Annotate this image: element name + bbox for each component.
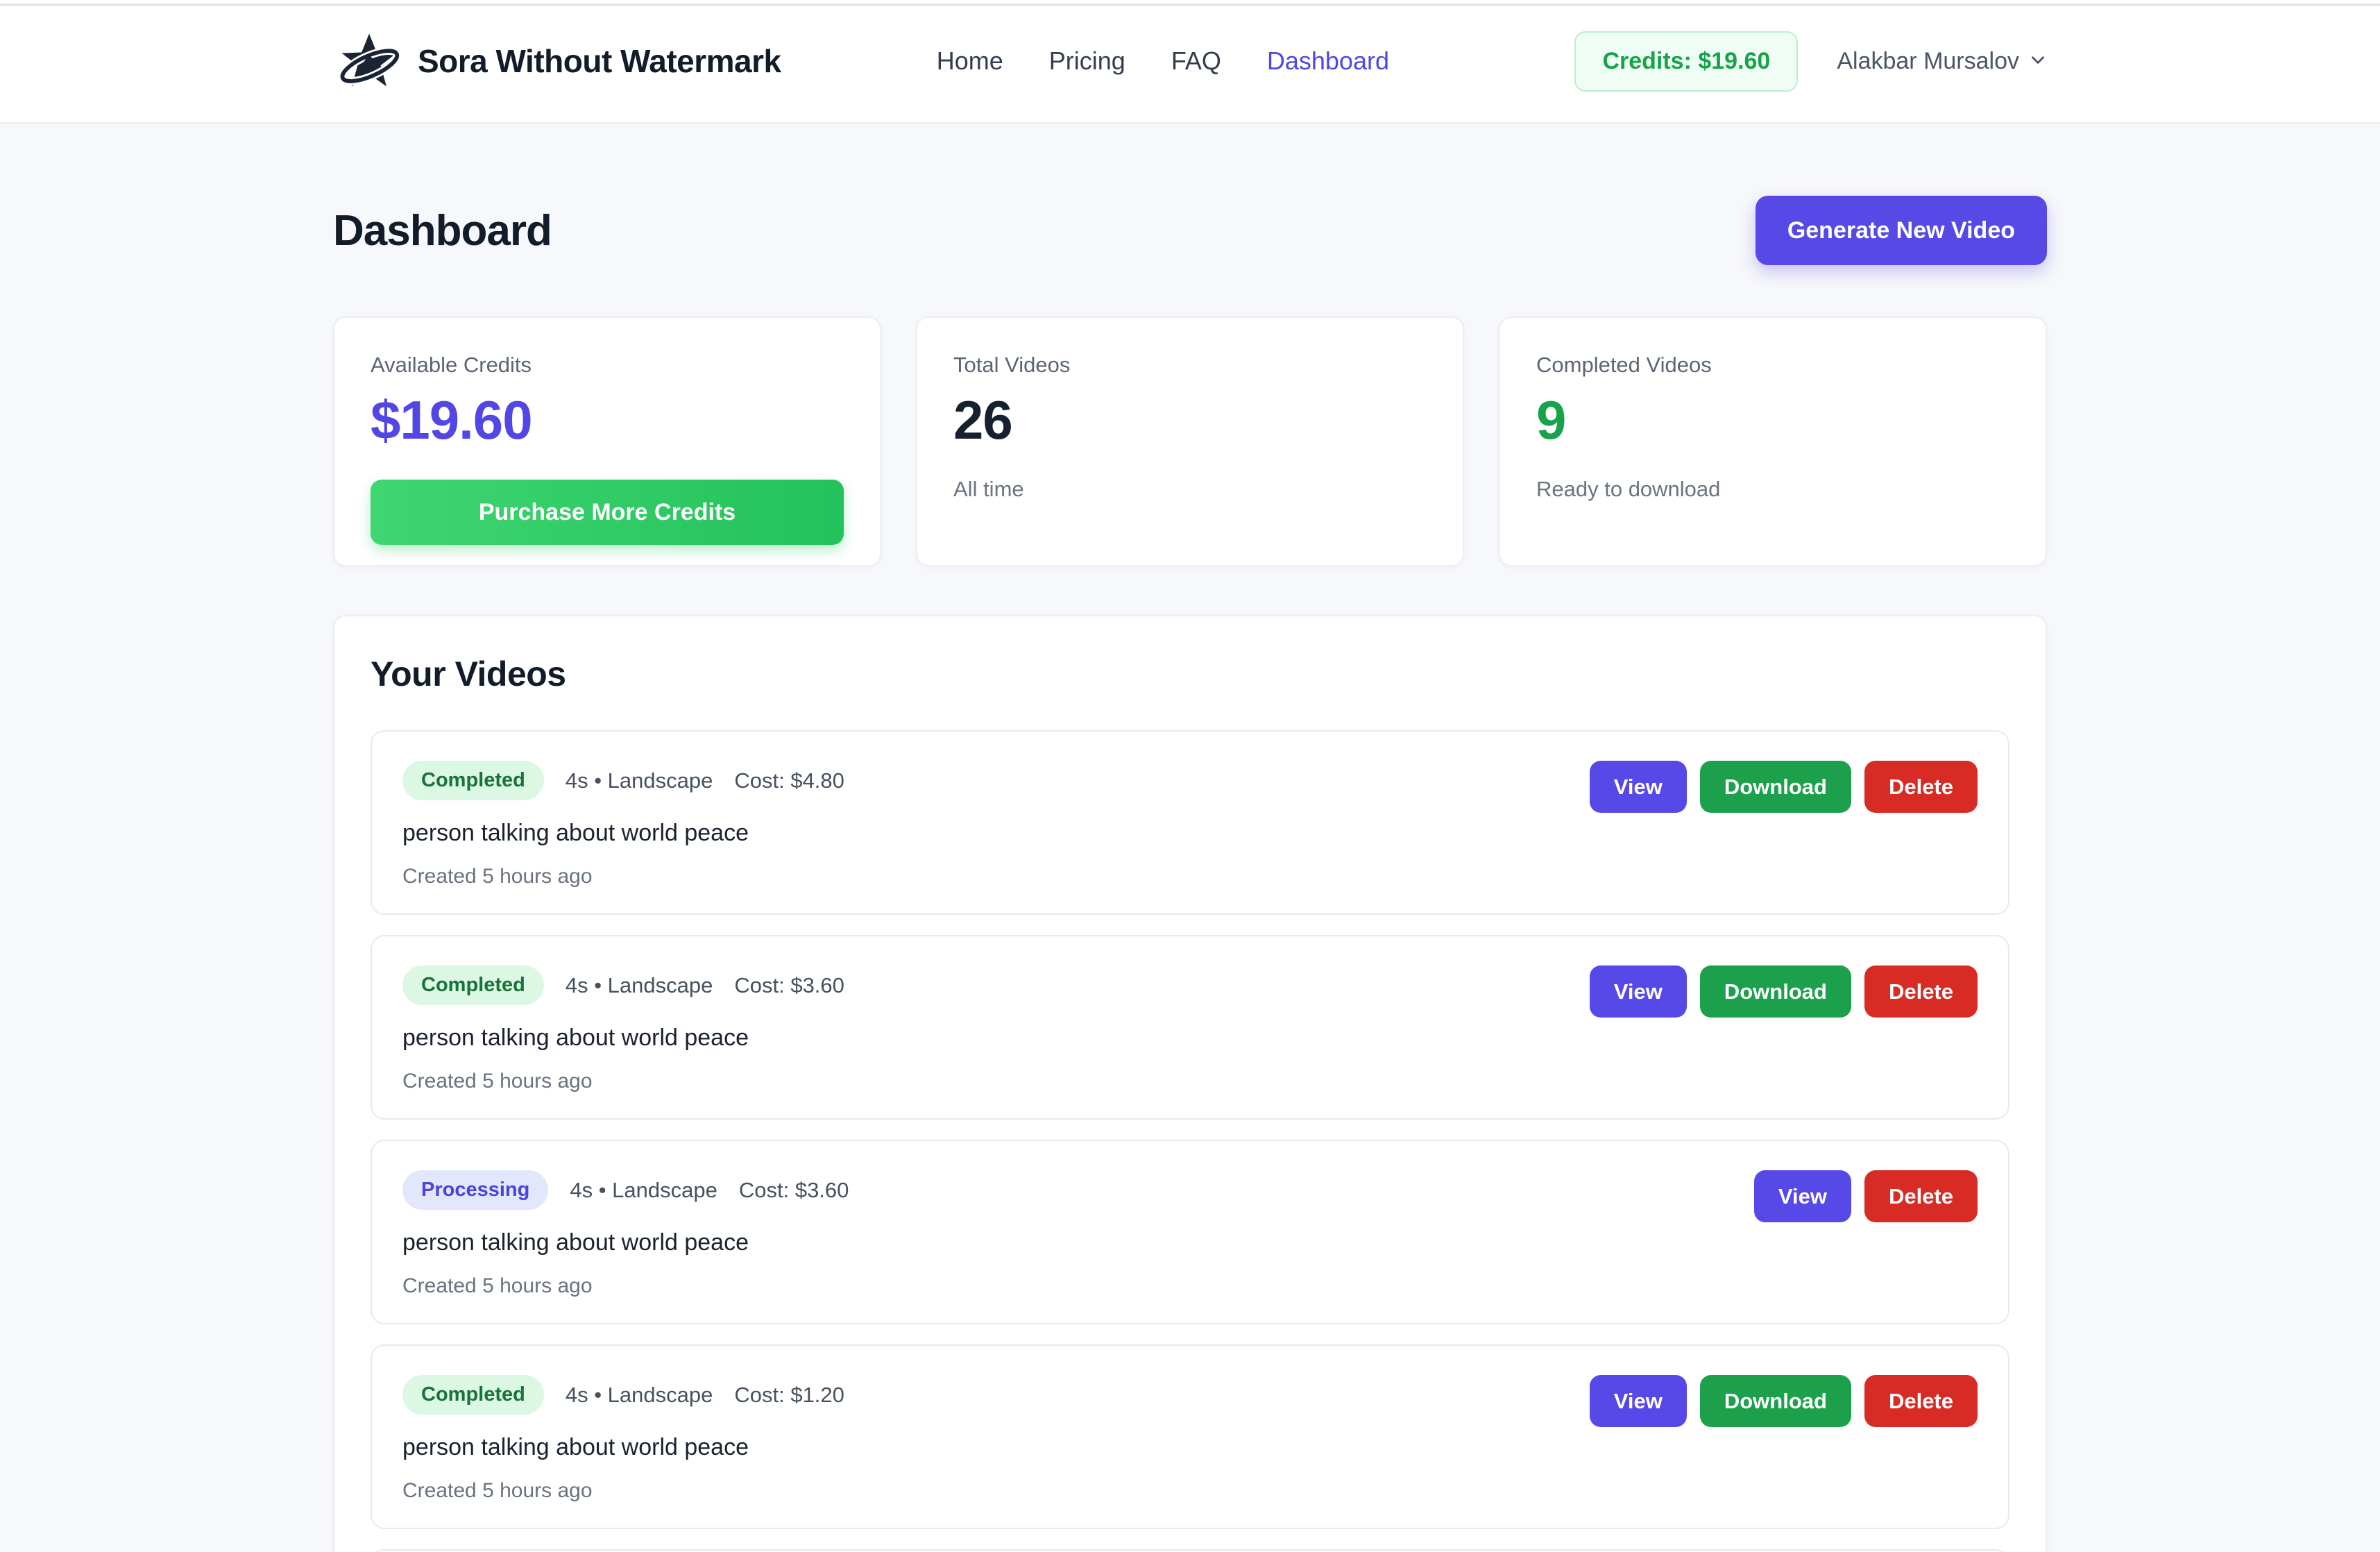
video-cost: Cost: $4.80 bbox=[734, 768, 844, 793]
video-title: person talking about world peace bbox=[402, 1024, 844, 1052]
video-actions: ViewDownloadDelete bbox=[1590, 965, 1978, 1018]
video-created: Created 5 hours ago bbox=[402, 1070, 844, 1093]
main-nav: Home Pricing FAQ Dashboard bbox=[937, 47, 1389, 76]
user-name: Alakbar Mursalov bbox=[1837, 48, 2019, 75]
stat-label: Completed Videos bbox=[1536, 353, 2009, 378]
view-button[interactable]: View bbox=[1590, 1375, 1687, 1427]
star-swoosh-icon bbox=[333, 25, 405, 97]
nav-pricing[interactable]: Pricing bbox=[1049, 47, 1125, 76]
video-row: Completed 4s • Landscape Cost: $3.60 per… bbox=[371, 935, 2009, 1120]
video-meta: 4s • Landscape bbox=[566, 973, 713, 998]
video-actions: ViewDelete bbox=[1754, 1170, 1978, 1222]
video-row-info: Completed 4s • Landscape Cost: $4.80 per… bbox=[402, 761, 844, 888]
delete-button[interactable]: Delete bbox=[1864, 1170, 1978, 1222]
chevron-down-icon bbox=[2029, 51, 2047, 72]
download-button[interactable]: Download bbox=[1700, 965, 1851, 1018]
stat-sub: Ready to download bbox=[1536, 477, 2009, 502]
video-meta: 4s • Landscape bbox=[566, 768, 713, 793]
stat-value-completed: 9 bbox=[1536, 389, 2009, 452]
status-badge: Processing bbox=[402, 1170, 548, 1210]
view-button[interactable]: View bbox=[1590, 965, 1687, 1018]
stats-section: Available Credits $19.60 Purchase More C… bbox=[333, 317, 2047, 566]
video-row: Failed 4s • Landscape Cost: $1.20 person… bbox=[371, 1549, 2009, 1552]
status-badge: Completed bbox=[402, 965, 544, 1005]
delete-button[interactable]: Delete bbox=[1864, 761, 1978, 813]
video-created: Created 5 hours ago bbox=[402, 1274, 849, 1298]
stat-label: Available Credits bbox=[371, 353, 844, 378]
view-button[interactable]: View bbox=[1754, 1170, 1851, 1222]
page-title: Dashboard bbox=[333, 206, 552, 255]
video-created: Created 5 hours ago bbox=[402, 1479, 844, 1503]
status-badge: Completed bbox=[402, 761, 544, 800]
video-row-info: Completed 4s • Landscape Cost: $1.20 per… bbox=[402, 1375, 844, 1503]
stat-card-total-videos: Total Videos 26 All time bbox=[916, 317, 1464, 566]
video-list: Completed 4s • Landscape Cost: $4.80 per… bbox=[371, 730, 2009, 1552]
window-top-divider bbox=[0, 3, 2380, 6]
video-created: Created 5 hours ago bbox=[402, 865, 844, 888]
delete-button[interactable]: Delete bbox=[1864, 965, 1978, 1018]
purchase-more-credits-button[interactable]: Purchase More Credits bbox=[371, 480, 844, 545]
video-row-info: Completed 4s • Landscape Cost: $3.60 per… bbox=[402, 965, 844, 1093]
video-title: person talking about world peace bbox=[402, 1434, 844, 1461]
nav-dashboard[interactable]: Dashboard bbox=[1267, 47, 1389, 76]
nav-faq[interactable]: FAQ bbox=[1171, 47, 1221, 76]
stat-value-total: 26 bbox=[953, 389, 1427, 452]
video-title: person talking about world peace bbox=[402, 1229, 849, 1256]
view-button[interactable]: View bbox=[1590, 761, 1687, 813]
video-actions: ViewDownloadDelete bbox=[1590, 761, 1978, 813]
download-button[interactable]: Download bbox=[1700, 761, 1851, 813]
video-cost: Cost: $1.20 bbox=[734, 1383, 844, 1408]
nav-home[interactable]: Home bbox=[937, 47, 1003, 76]
video-row: Completed 4s • Landscape Cost: $1.20 per… bbox=[371, 1344, 2009, 1529]
video-row: Completed 4s • Landscape Cost: $4.80 per… bbox=[371, 730, 2009, 915]
app-header: Sora Without Watermark Home Pricing FAQ … bbox=[0, 0, 2380, 124]
video-row: Processing 4s • Landscape Cost: $3.60 pe… bbox=[371, 1140, 2009, 1324]
download-button[interactable]: Download bbox=[1700, 1375, 1851, 1427]
generate-new-video-button[interactable]: Generate New Video bbox=[1756, 196, 2047, 265]
video-meta: 4s • Landscape bbox=[570, 1178, 717, 1203]
stat-sub: All time bbox=[953, 477, 1427, 502]
brand-name: Sora Without Watermark bbox=[418, 42, 781, 80]
credits-badge[interactable]: Credits: $19.60 bbox=[1574, 31, 1798, 92]
stat-card-available-credits: Available Credits $19.60 Purchase More C… bbox=[333, 317, 881, 566]
brand[interactable]: Sora Without Watermark bbox=[333, 25, 781, 97]
stat-card-completed-videos: Completed Videos 9 Ready to download bbox=[1499, 317, 2047, 566]
your-videos-panel: Your Videos Completed 4s • Landscape Cos… bbox=[333, 615, 2047, 1552]
stat-value-credits: $19.60 bbox=[371, 389, 844, 452]
user-menu[interactable]: Alakbar Mursalov bbox=[1837, 48, 2047, 75]
stat-label: Total Videos bbox=[953, 353, 1427, 378]
video-title: person talking about world peace bbox=[402, 820, 844, 847]
delete-button[interactable]: Delete bbox=[1864, 1375, 1978, 1427]
video-cost: Cost: $3.60 bbox=[734, 973, 844, 998]
video-actions: ViewDownloadDelete bbox=[1590, 1375, 1978, 1427]
video-cost: Cost: $3.60 bbox=[739, 1178, 849, 1203]
video-row-info: Processing 4s • Landscape Cost: $3.60 pe… bbox=[402, 1170, 849, 1298]
your-videos-heading: Your Videos bbox=[371, 654, 2009, 694]
main-content: Dashboard Generate New Video Available C… bbox=[333, 196, 2047, 1552]
video-meta: 4s • Landscape bbox=[566, 1383, 713, 1408]
status-badge: Completed bbox=[402, 1375, 544, 1415]
